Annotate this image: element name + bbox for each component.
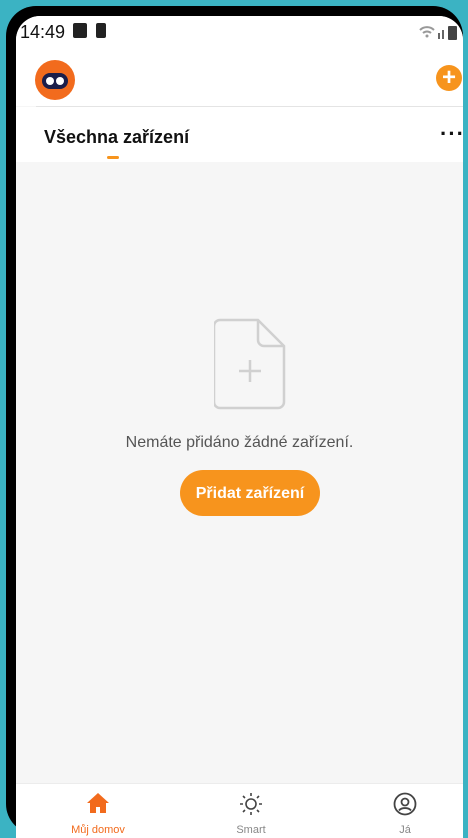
sun-icon [240, 793, 262, 815]
nav-label-smart: Smart [236, 824, 266, 836]
empty-message: Nemáte přidáno žádné zařízení. [125, 434, 354, 451]
add-device-cta-button[interactable]: Přidat zařízení [180, 470, 320, 516]
nav-label-me: Já [399, 824, 411, 836]
eye-left [46, 77, 54, 85]
eye-right [56, 77, 64, 85]
battery-notification-icon [96, 23, 106, 38]
add-device-button[interactable]: + [436, 65, 462, 91]
robot-face-icon [42, 73, 68, 89]
device-frame: 14:49 + Všechna zařízení ··· Nemáte přid… [6, 6, 463, 838]
tab-all-devices[interactable]: Všechna zařízení [44, 127, 189, 148]
robot-avatar[interactable] [35, 60, 75, 100]
bottom-nav: Můj domov Smart Já [16, 783, 463, 838]
nav-item-home[interactable]: Můj domov [38, 784, 158, 838]
nav-label-home: Můj domov [71, 824, 125, 836]
status-bar: 14:49 [16, 16, 463, 46]
nav-item-me[interactable]: Já [345, 784, 463, 838]
more-options-button[interactable]: ··· [440, 121, 463, 147]
add-document-icon [214, 318, 286, 410]
tab-active-indicator [107, 156, 119, 159]
top-bar: + [16, 46, 463, 106]
room-tabs: Všechna zařízení ··· [16, 107, 463, 162]
signal-icon [419, 26, 457, 40]
nav-item-smart[interactable]: Smart [191, 784, 311, 838]
app-screen: 14:49 + Všechna zařízení ··· Nemáte přid… [16, 16, 463, 838]
home-icon [87, 793, 109, 813]
status-time: 14:49 [20, 22, 66, 42]
gallery-notification-icon [73, 23, 87, 38]
user-icon [393, 792, 417, 816]
